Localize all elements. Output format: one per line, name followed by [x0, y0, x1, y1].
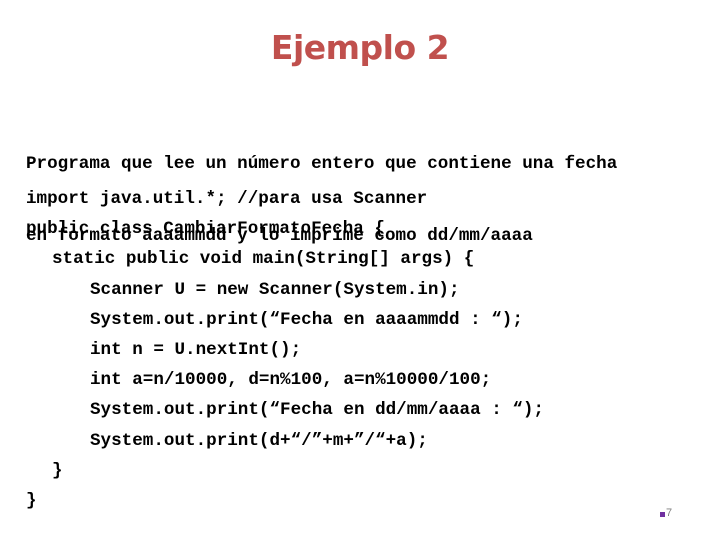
code-line-print-result: System.out.print(d+“/”+m+”/“+a); — [90, 430, 428, 451]
code-line-scanner: Scanner U = new Scanner(System.in); — [90, 279, 460, 300]
page-number-text: 7 — [666, 507, 673, 519]
code-line-class-declaration: public class CambiarFormatoFecha { — [26, 219, 385, 240]
code-line-import: import java.util.*; //para usa Scanner — [26, 189, 428, 209]
square-bullet-icon — [660, 512, 665, 517]
page-number: 7 — [660, 507, 672, 519]
code-line-print-prompt: System.out.print(“Fecha en aaaammdd : “)… — [90, 309, 523, 330]
code-line-read-int: int n = U.nextInt(); — [90, 340, 302, 361]
code-block: import java.util.*; //para usa Scanner p… — [26, 184, 544, 516]
description-line: Programa que lee un número entero que co… — [26, 154, 618, 174]
code-line-close-class: } — [26, 491, 37, 512]
code-line-main-method: static public void main(String[] args) { — [52, 249, 475, 270]
slide-title: Ejemplo 2 — [270, 28, 450, 67]
code-line-print-label: System.out.print(“Fecha en dd/mm/aaaa : … — [90, 400, 544, 421]
code-line-compute: int a=n/10000, d=n%100, a=n%10000/100; — [90, 370, 492, 391]
code-line-close-method: } — [52, 460, 63, 481]
